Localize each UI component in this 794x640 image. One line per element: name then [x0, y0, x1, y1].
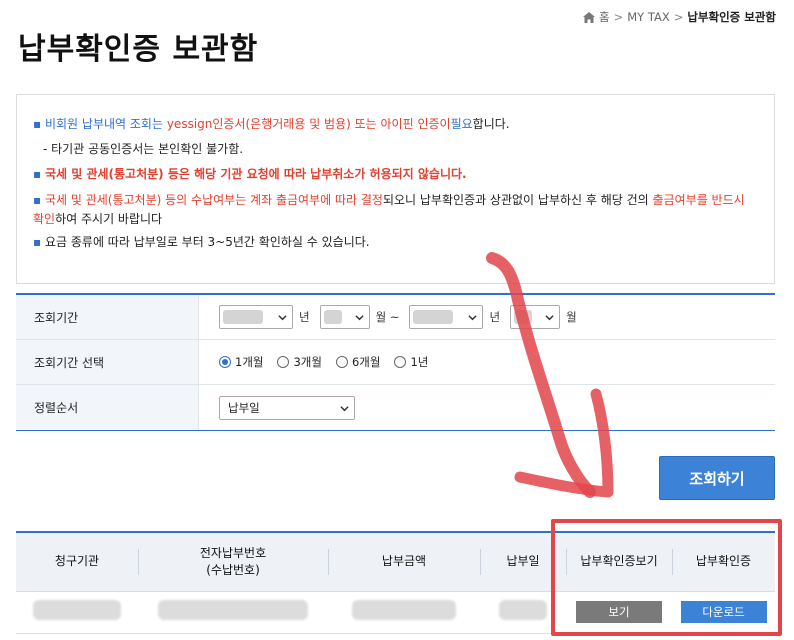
end-year-select[interactable]: [409, 305, 484, 329]
sort-order-select[interactable]: 납부일: [219, 395, 355, 420]
breadcrumb: 홈 > MY TAX > 납부확인증 보관함: [582, 9, 776, 25]
radio-icon: [277, 356, 290, 368]
year-unit: 년: [489, 310, 501, 324]
year-unit: 년: [299, 310, 310, 324]
radio-icon: [394, 356, 407, 368]
end-month-select[interactable]: [510, 305, 561, 329]
form-row-period-choice: 조회기간 선택 1개월 3개월 6개월 1년: [16, 340, 775, 385]
period-selects: 년 월 ~ 년 월: [199, 295, 775, 339]
col-header-agency: 청구기관: [16, 533, 138, 592]
breadcrumb-home[interactable]: 홈: [599, 9, 610, 25]
chevron-down-icon: [545, 315, 554, 321]
breadcrumb-separator: >: [613, 10, 624, 24]
page-title: 납부확인증 보관함: [18, 32, 259, 67]
notice-line: - 타기관 공동인증서는 본인확인 불가함.: [43, 142, 244, 157]
chevron-down-icon: [278, 315, 287, 321]
radio-1-year[interactable]: 1년: [394, 354, 428, 370]
radio-1-month[interactable]: 1개월: [219, 354, 263, 370]
home-icon[interactable]: [582, 11, 595, 23]
start-month-select[interactable]: [319, 305, 370, 329]
start-year-select[interactable]: [219, 305, 293, 329]
notice-line: ▪ 요금 종류에 따라 납부일로 부터 3~5년간 확인하실 수 있습니다.: [33, 234, 370, 249]
amount-cell: [328, 591, 480, 634]
form-row-sort: 정렬순서 납부일: [16, 385, 775, 430]
col-header-amount: 납부금액: [328, 533, 480, 592]
breadcrumb-separator: >: [673, 10, 684, 24]
notice-line: ▪ 국세 및 관세(통고처분) 등은 해당 기관 요청에 따라 납부취소가 허용…: [33, 167, 467, 182]
agency-cell: [16, 591, 138, 634]
payment-number-cell: [138, 591, 328, 634]
chevron-down-icon: [468, 315, 478, 321]
period-select-label: 조회기간 선택: [16, 340, 199, 384]
month-unit: 월: [566, 310, 577, 324]
search-button[interactable]: 조회하기: [659, 456, 775, 500]
period-radio-group: 1개월 3개월 6개월 1년: [199, 340, 775, 384]
chevron-down-icon: [340, 405, 349, 411]
annotation-highlight-box: [551, 519, 782, 636]
chevron-down-icon: [354, 315, 364, 321]
notice-box: ▪ 비회원 납부내역 조회는 yessign인증서(은행거래용 및 범용) 또는…: [16, 94, 775, 284]
sort-label: 정렬순서: [16, 385, 199, 430]
sort-value-cell: 납부일: [199, 385, 775, 430]
notice-line: ▪ 국세 및 관세(통고처분) 등의 수납여부는 계좌 출금여부에 따라 결정되…: [33, 192, 745, 226]
radio-checked-icon: [219, 356, 231, 368]
radio-6-months[interactable]: 6개월: [335, 354, 380, 370]
notice-line: ▪ 비회원 납부내역 조회는 yessign인증서(은행거래용 및 범용) 또는…: [33, 117, 510, 131]
breadcrumb-section[interactable]: MY TAX: [627, 10, 669, 24]
form-row-period: 조회기간 년 월 ~ 년 월: [16, 295, 775, 340]
radio-icon: [335, 356, 348, 368]
search-form: 조회기간 년 월 ~ 년 월 조회기간 선택 1개월 3개월 6개월 1년 정렬…: [16, 293, 775, 431]
breadcrumb-current: 납부확인증 보관함: [687, 10, 776, 24]
radio-3-months[interactable]: 3개월: [277, 354, 322, 370]
period-label: 조회기간: [16, 295, 199, 339]
month-unit: 월 ~: [375, 310, 400, 324]
col-header-payment-number: 전자납부번호 (수납번호): [138, 533, 328, 592]
